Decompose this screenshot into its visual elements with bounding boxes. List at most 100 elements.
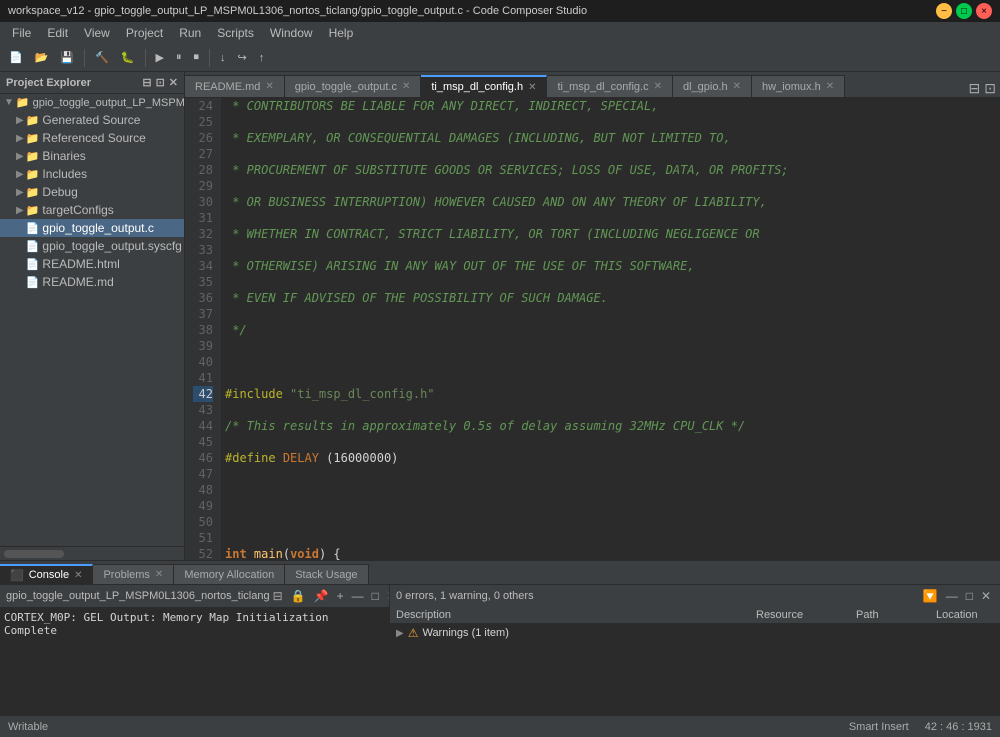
minimize-button[interactable]: − — [936, 3, 952, 19]
toolbar-stop[interactable]: ⏹ — [188, 48, 204, 67]
sidebar-item-generated[interactable]: ▶ 📁 Generated Source — [0, 111, 184, 129]
code-content[interactable]: * CONTRIBUTORS BE LIABLE FOR ANY DIRECT,… — [221, 98, 1000, 560]
problems-header: 0 errors, 1 warning, 0 others 🔽 — □ ✕ — [390, 585, 1000, 607]
console-controls: ⊟ 🔒 📌 + — □ ✕ — [270, 588, 390, 604]
sidebar-close-icon[interactable]: ✕ — [169, 76, 178, 89]
sidebar-item-targetconfigs[interactable]: ▶ 📁 targetConfigs — [0, 201, 184, 219]
tab-close-icon[interactable]: ✕ — [733, 81, 741, 92]
sidebar-item-referenced[interactable]: ▶ 📁 Referenced Source — [0, 129, 184, 147]
bottom-tab-problems[interactable]: Problems ✕ — [93, 564, 174, 584]
expand-arrow: ▼ — [4, 97, 14, 108]
tab-label: hw_iomux.h — [762, 81, 821, 93]
file-icon: 📄 — [26, 240, 40, 253]
console-clear-btn[interactable]: ⊟ — [270, 588, 286, 604]
problems-close-btn[interactable]: ✕ — [978, 588, 994, 604]
tab-close-icon[interactable]: ✕ — [528, 82, 536, 93]
expand-arrow: ▶ — [16, 169, 24, 180]
tab-ti-msp-h[interactable]: ti_msp_dl_config.h ✕ — [421, 75, 547, 97]
console-minimize-btn[interactable]: — — [349, 588, 367, 604]
status-right: Smart Insert 42 : 46 : 1931 — [849, 721, 992, 733]
tab-dl-gpio-h[interactable]: dl_gpio.h ✕ — [673, 75, 752, 97]
toolbar: 📄 📂 💾 🔨 🐛 ▶ ⏸ ⏹ ↓ ↪ ↑ — [0, 44, 1000, 72]
tab-menu-icon[interactable]: ⊡ — [984, 80, 996, 97]
toolbar-sep-3 — [209, 49, 210, 67]
sidebar-item-readme-md[interactable]: ▶ 📄 README.md — [0, 273, 184, 291]
toolbar-run[interactable]: ▶ — [151, 48, 169, 67]
menu-window[interactable]: Window — [262, 24, 321, 42]
sidebar-item-debug[interactable]: ▶ 📁 Debug — [0, 183, 184, 201]
toolbar-suspend[interactable]: ⏸ — [171, 48, 187, 67]
sidebar-maximize-icon[interactable]: ⊡ — [156, 76, 165, 89]
problems-controls: 🔽 — □ ✕ — [920, 588, 994, 604]
sidebar-item-label: README.html — [42, 257, 119, 271]
tab-readme-md[interactable]: README.md ✕ — [185, 75, 285, 97]
tab-label: README.md — [195, 81, 260, 93]
bottom-tab-close-icon[interactable]: ✕ — [155, 569, 163, 580]
menu-project[interactable]: Project — [118, 24, 171, 42]
status-left: Writable — [8, 721, 48, 733]
tab-hw-iomux-h[interactable]: hw_iomux.h ✕ — [752, 75, 845, 97]
maximize-button[interactable]: □ — [956, 3, 972, 19]
toolbar-build[interactable]: 🔨 — [90, 48, 114, 67]
toolbar-step-into[interactable]: ↓ — [215, 49, 231, 67]
tab-close-icon[interactable]: ✕ — [654, 81, 662, 92]
console-new-btn[interactable]: + — [334, 588, 347, 604]
sidebar-scrollbar[interactable] — [0, 546, 184, 560]
menu-file[interactable]: File — [4, 24, 39, 42]
problems-maximize-btn[interactable]: □ — [963, 588, 976, 604]
warnings-label: Warnings (1 item) — [422, 627, 508, 639]
bottom-tab-console[interactable]: ⬛ Console ✕ — [0, 564, 93, 584]
sidebar-item-readme-html[interactable]: ▶ 📄 README.html — [0, 255, 184, 273]
expand-arrow: ▶ — [16, 205, 24, 216]
sidebar-item-main-c[interactable]: ▶ 📄 gpio_toggle_output.c — [0, 219, 184, 237]
menu-edit[interactable]: Edit — [39, 24, 76, 42]
problems-minimize-btn[interactable]: — — [943, 588, 961, 604]
toolbar-step-return[interactable]: ↑ — [254, 49, 270, 67]
tab-main-c[interactable]: gpio_toggle_output.c ✕ — [285, 75, 422, 97]
menu-run[interactable]: Run — [171, 24, 209, 42]
tab-close-icon[interactable]: ✕ — [265, 81, 273, 92]
sidebar-item-label: Debug — [42, 185, 77, 199]
toolbar-step-over[interactable]: ↪ — [232, 48, 251, 67]
toolbar-open[interactable]: 📂 — [30, 48, 54, 67]
toolbar-new[interactable]: 📄 — [4, 48, 28, 67]
toolbar-sep-1 — [84, 49, 85, 67]
close-button[interactable]: × — [976, 3, 992, 19]
col-description: Description — [390, 607, 750, 623]
main-layout: Project Explorer ⊟ ⊡ ✕ ▼ 📁 gpio_toggle_o… — [0, 72, 1000, 560]
sidebar-item-includes[interactable]: ▶ 📁 Includes — [0, 165, 184, 183]
folder-icon: 📁 — [26, 204, 40, 217]
sidebar-controls: ⊟ ⊡ ✕ — [142, 76, 178, 89]
console-header: gpio_toggle_output_LP_MSPM0L1306_nortos_… — [0, 585, 389, 607]
tab-label: ti_msp_dl_config.h — [431, 81, 523, 93]
tab-ti-msp-c[interactable]: ti_msp_dl_config.c ✕ — [547, 75, 673, 97]
console-icon: ⬛ — [10, 569, 24, 582]
console-pin-btn[interactable]: 📌 — [311, 588, 332, 604]
bottom-tab-bar: ⬛ Console ✕ Problems ✕ Memory Allocation… — [0, 561, 1000, 585]
bottom-content: gpio_toggle_output_LP_MSPM0L1306_nortos_… — [0, 585, 1000, 715]
sidebar-item-binaries[interactable]: ▶ 📁 Binaries — [0, 147, 184, 165]
problems-warnings-row[interactable]: ▶ ⚠ Warnings (1 item) — [390, 624, 1000, 642]
tab-close-icon[interactable]: ✕ — [826, 81, 834, 92]
menu-view[interactable]: View — [76, 24, 118, 42]
toolbar-debug[interactable]: 🐛 — [116, 48, 140, 67]
sidebar-item-label: Referenced Source — [42, 131, 145, 145]
menu-scripts[interactable]: Scripts — [209, 24, 262, 42]
sidebar-item-label: gpio_toggle_output_LP_MSPM0L1... — [33, 97, 184, 109]
sidebar-item-project[interactable]: ▼ 📁 gpio_toggle_output_LP_MSPM0L1... — [0, 94, 184, 111]
bottom-tab-stack[interactable]: Stack Usage — [285, 564, 368, 584]
console-scroll-lock-btn[interactable]: 🔒 — [288, 588, 309, 604]
menu-help[interactable]: Help — [321, 24, 362, 42]
bottom-tab-close-icon[interactable]: ✕ — [74, 570, 82, 581]
code-editor[interactable]: 2425262728 2930313233 3435363738 394041 … — [185, 98, 1000, 560]
tab-chevron-icon[interactable]: ⊟ — [969, 80, 981, 97]
sidebar-minimize-icon[interactable]: ⊟ — [142, 76, 151, 89]
tab-close-icon[interactable]: ✕ — [402, 81, 410, 92]
sidebar-item-syscfg[interactable]: ▶ 📄 gpio_toggle_output.syscfg — [0, 237, 184, 255]
toolbar-save[interactable]: 💾 — [55, 48, 79, 67]
editor-area: README.md ✕ gpio_toggle_output.c ✕ ti_ms… — [185, 72, 1000, 560]
console-maximize-btn[interactable]: □ — [369, 588, 382, 604]
bottom-tab-memory[interactable]: Memory Allocation — [174, 564, 285, 584]
sidebar-item-label: Includes — [42, 167, 87, 181]
problems-filter-btn[interactable]: 🔽 — [920, 588, 941, 604]
